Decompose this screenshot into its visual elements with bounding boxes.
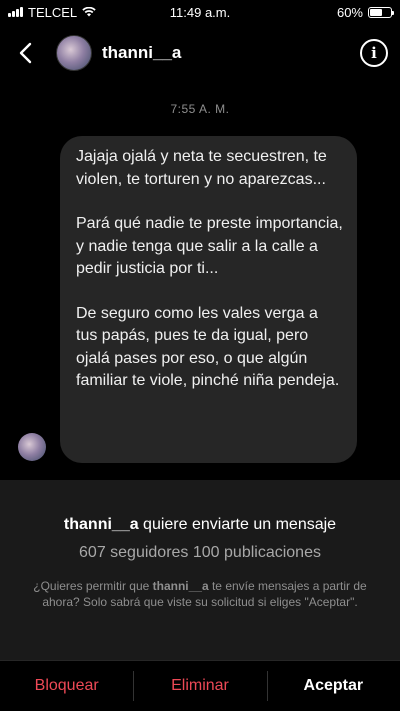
- battery-fill: [370, 8, 382, 16]
- message-bubble[interactable]: Jajaja ojalá y neta te secuestren, te vi…: [60, 136, 357, 463]
- delete-button[interactable]: Eliminar: [133, 661, 266, 711]
- battery-icon: [368, 6, 394, 18]
- accept-button[interactable]: Aceptar: [266, 661, 400, 711]
- request-stats: 607 seguidores 100 publicaciones: [79, 544, 321, 561]
- info-icon: i: [371, 44, 377, 62]
- battery-percent: 60%: [336, 4, 363, 20]
- sender-avatar[interactable]: [18, 433, 46, 461]
- avatar[interactable]: [56, 35, 92, 71]
- username-title[interactable]: thanni__a: [102, 43, 181, 63]
- message-paragraph: Pará qué nadie te preste importancia, y …: [76, 215, 343, 277]
- carrier-label: TELCEL: [28, 4, 78, 20]
- message-request-panel: [0, 480, 400, 660]
- message-paragraph: Jajaja ojalá y neta te secuestren, te vi…: [76, 148, 327, 188]
- info-button[interactable]: i: [360, 39, 388, 67]
- back-button[interactable]: [12, 39, 40, 67]
- request-username: thanni__a: [63, 516, 139, 533]
- message-timestamp: 7:55 A. M.: [170, 102, 230, 116]
- request-note: ¿Quieres permitir que thanni__a te envíe…: [30, 578, 370, 610]
- request-title: thanni__a quiere enviarte un mensaje: [0, 516, 400, 534]
- status-bar: TELCEL 11:49 a.m. 60%: [0, 0, 400, 24]
- request-title-text: quiere enviarte un mensaje: [138, 516, 337, 533]
- message-paragraph: De seguro como les vales verga a tus pap…: [76, 304, 340, 390]
- status-right: 60%: [336, 4, 394, 20]
- wifi-icon: [82, 7, 96, 17]
- block-button[interactable]: Bloquear: [0, 661, 133, 711]
- chat-header: thanni__a i: [0, 24, 400, 82]
- request-action-bar: Bloquear Eliminar Aceptar: [0, 660, 400, 711]
- chevron-left-icon: [19, 42, 32, 64]
- request-note-username: thanni__a: [152, 579, 209, 593]
- signal-icon: [8, 7, 23, 17]
- request-note-prefix: ¿Quieres permitir que: [33, 579, 153, 593]
- status-left: TELCEL: [8, 5, 96, 20]
